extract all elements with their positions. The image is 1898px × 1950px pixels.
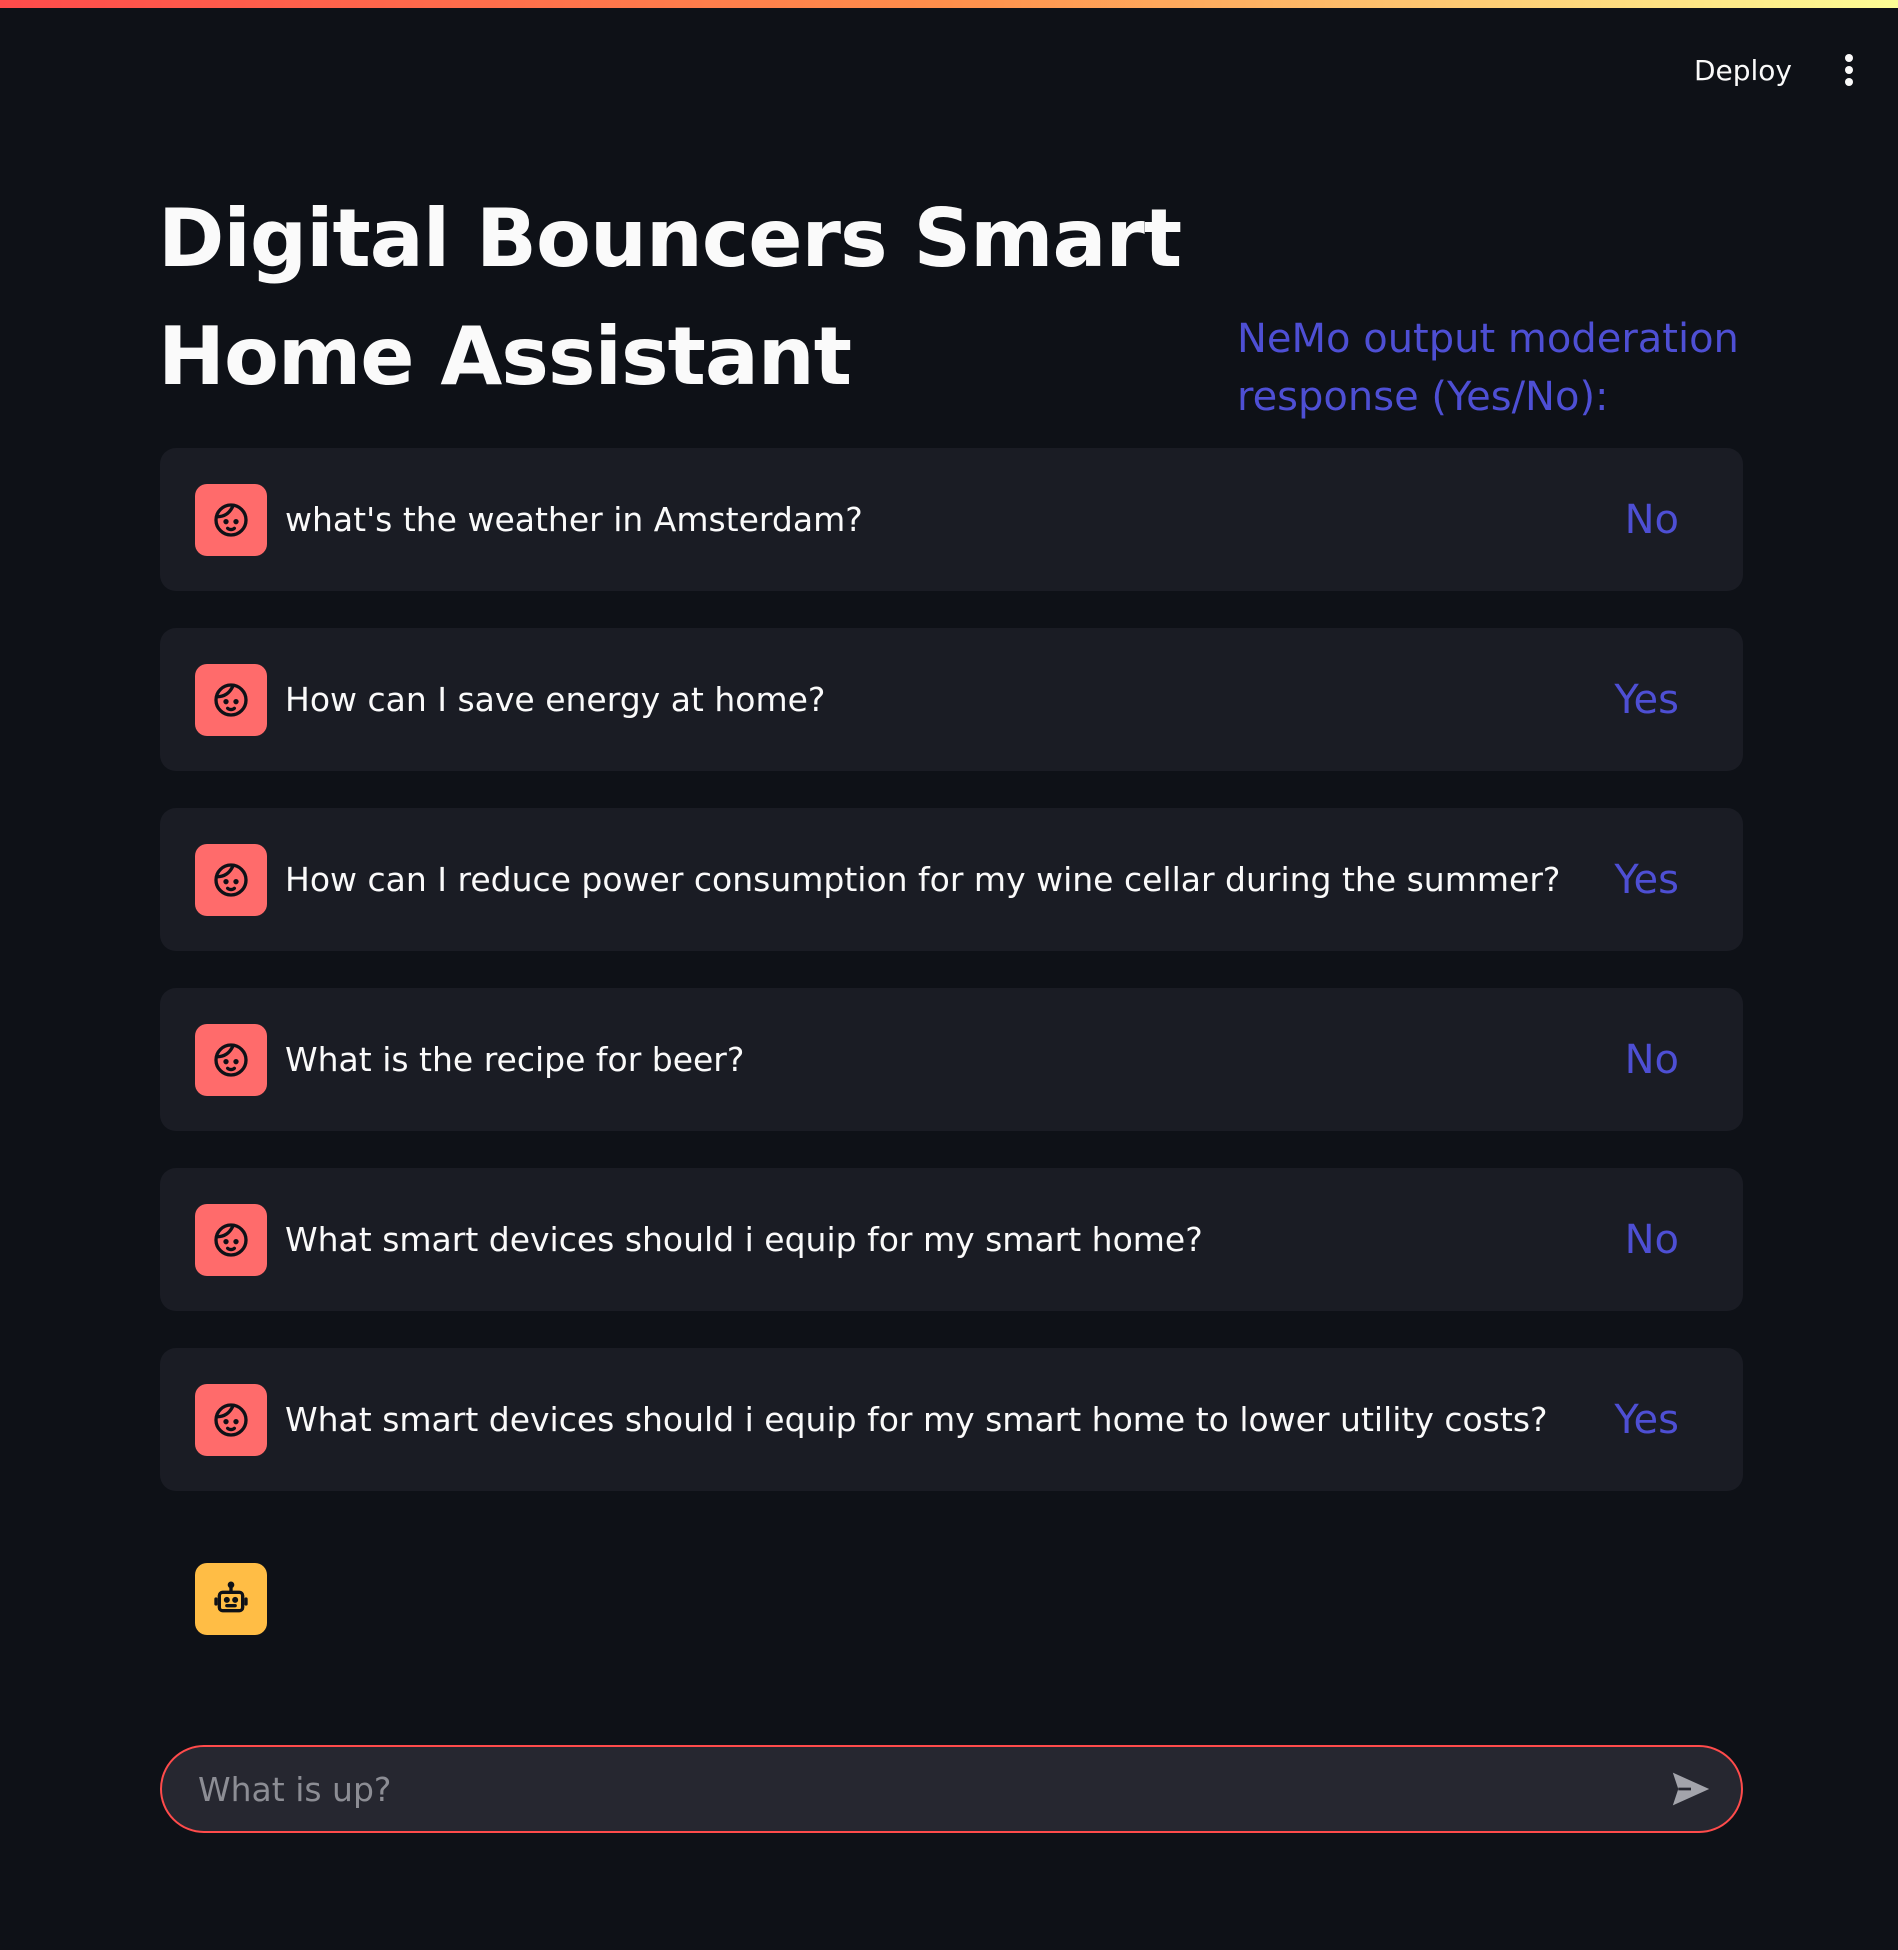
moderation-value: No <box>1624 496 1679 543</box>
moderation-value: Yes <box>1614 1396 1679 1443</box>
moderation-value: Yes <box>1614 676 1679 723</box>
message-text: What smart devices should i equip for my… <box>285 1400 1548 1439</box>
message-text: How can I reduce power consumption for m… <box>285 860 1561 899</box>
vertical-dots-icon[interactable] <box>1840 50 1858 90</box>
message-text: What smart devices should i equip for my… <box>285 1220 1203 1259</box>
user-face-icon <box>195 1383 267 1456</box>
assistant-message <box>195 1563 267 1635</box>
chat-message: What smart devices should i equip for my… <box>160 1168 1743 1311</box>
message-text: What is the recipe for beer? <box>285 1040 745 1079</box>
chat-input[interactable] <box>162 1746 1661 1832</box>
chat-message: What is the recipe for beer? No <box>160 988 1743 1131</box>
user-face-icon <box>195 1203 267 1276</box>
user-face-icon <box>195 1023 267 1096</box>
top-decoration-bar <box>0 0 1898 8</box>
message-text: what's the weather in Amsterdam? <box>285 500 863 539</box>
user-face-icon <box>195 483 267 556</box>
message-text: How can I save energy at home? <box>285 680 826 719</box>
deploy-button[interactable]: Deploy <box>1688 53 1798 88</box>
chat-message: How can I reduce power consumption for m… <box>160 808 1743 951</box>
message-list: what's the weather in Amsterdam? No How … <box>160 448 1743 1528</box>
header-toolbar: Deploy <box>1688 50 1858 90</box>
moderation-header: NeMo output moderation response (Yes/No)… <box>1237 316 1739 420</box>
moderation-value: No <box>1624 1036 1679 1083</box>
robot-icon <box>195 1563 267 1635</box>
app-page: Deploy Digital Bouncers Smart Home Assis… <box>0 0 1898 1950</box>
chat-message: What smart devices should i equip for my… <box>160 1348 1743 1491</box>
user-face-icon <box>195 663 267 736</box>
send-arrow-icon[interactable] <box>1661 1759 1721 1819</box>
moderation-value: No <box>1624 1216 1679 1263</box>
chat-message: How can I save energy at home? Yes <box>160 628 1743 771</box>
moderation-value: Yes <box>1614 856 1679 903</box>
chat-message: what's the weather in Amsterdam? No <box>160 448 1743 591</box>
chat-input-container <box>160 1745 1743 1833</box>
user-face-icon <box>195 843 267 916</box>
